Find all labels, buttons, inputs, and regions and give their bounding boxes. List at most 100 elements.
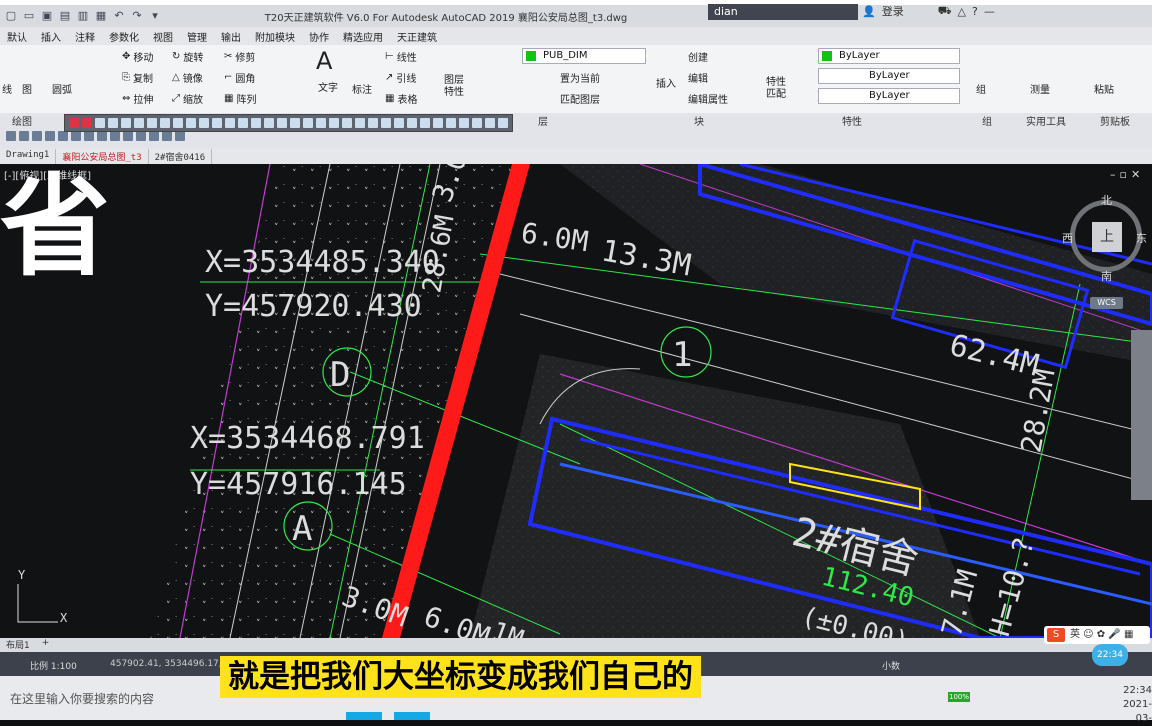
right-scroll-panel[interactable] (1131, 330, 1152, 500)
insert-button[interactable]: 插入 (656, 75, 676, 90)
tool-icon[interactable] (329, 118, 339, 128)
app-indicator[interactable] (394, 712, 430, 720)
tool-icon[interactable] (238, 118, 248, 128)
tool-icon[interactable] (212, 118, 222, 128)
text-icon[interactable]: A (316, 47, 332, 75)
scale-selector[interactable]: 比例 1:100 (30, 659, 77, 672)
tool-icon[interactable] (175, 131, 185, 141)
save-icon[interactable]: ▣ (40, 9, 54, 23)
tab-featured[interactable]: 精选应用 (336, 29, 390, 44)
tab-annotate[interactable]: 注释 (68, 29, 102, 44)
doc-tab-drawing1[interactable]: Drawing1 (0, 149, 57, 164)
tool-icon[interactable] (355, 118, 365, 128)
redo-icon[interactable]: ↷ (130, 9, 144, 23)
tool-icon[interactable] (277, 118, 287, 128)
tool-icon[interactable] (69, 118, 79, 128)
login-link[interactable]: 登录 (882, 3, 932, 19)
help-icon[interactable]: ? (972, 5, 978, 18)
mirror-button[interactable]: △ 镜像 (172, 70, 203, 85)
app-indicator[interactable] (346, 712, 382, 720)
viewport-window-controls[interactable]: –▫✕ (1110, 168, 1144, 181)
compass-west[interactable]: 西 (1062, 230, 1073, 246)
rotate-button[interactable]: ↻ 旋转 (172, 49, 203, 64)
text-button[interactable]: 文字 (318, 79, 338, 94)
triangle-icon[interactable]: △ (958, 5, 966, 18)
cad-drawing[interactable]: ˅ · (0, 164, 1152, 638)
tab-view[interactable]: 视图 (146, 29, 180, 44)
tool-icon[interactable] (58, 131, 68, 141)
user-icon[interactable]: 👤 (862, 5, 876, 18)
tab-parametric[interactable]: 参数化 (102, 29, 146, 44)
drawing-canvas[interactable]: ˅ · (0, 164, 1152, 638)
tab-insert[interactable]: 插入 (34, 29, 68, 44)
layer-dropdown[interactable]: PUB_DIM (522, 48, 646, 64)
tool-icon[interactable] (186, 118, 196, 128)
tool-icon[interactable] (6, 131, 16, 141)
tool-icon[interactable] (19, 131, 29, 141)
tool-icon[interactable] (32, 131, 42, 141)
units-selector[interactable]: 小数 (882, 659, 900, 672)
tool-icon[interactable] (134, 118, 144, 128)
tool-icon[interactable] (110, 131, 120, 141)
tool-icon[interactable] (472, 118, 482, 128)
minimize-icon[interactable]: — (984, 5, 995, 18)
search-input[interactable]: dian (708, 4, 858, 20)
tool-icon[interactable] (251, 118, 261, 128)
compass-north[interactable]: 北 (1101, 192, 1112, 208)
compass-south[interactable]: 南 (1101, 268, 1112, 284)
arc-button[interactable]: 圆弧 (52, 81, 72, 96)
measure-button[interactable]: 测量 (1030, 81, 1050, 96)
doc-tab-site-plan[interactable]: 襄阳公安局总图_t3 (56, 149, 149, 164)
leader-button[interactable]: ↗ 引线 (385, 70, 416, 85)
tool-icon[interactable] (97, 131, 107, 141)
tool-icon[interactable] (84, 131, 94, 141)
battery-indicator[interactable]: 100% (948, 692, 970, 702)
tool-icon[interactable] (420, 118, 430, 128)
copy-button[interactable]: ⎘ 复制 (122, 70, 153, 85)
tool-icon[interactable] (368, 118, 378, 128)
open-icon[interactable]: ▭ (22, 9, 36, 23)
tab-addons[interactable]: 附加模块 (248, 29, 302, 44)
viewcube[interactable]: 上 北 南 东 西 (1062, 190, 1147, 283)
tool-icon[interactable] (303, 118, 313, 128)
undo-icon[interactable]: ↶ (112, 9, 126, 23)
match-properties-button[interactable]: 特性匹配 (766, 77, 792, 101)
table-button[interactable]: ▦ 表格 (385, 91, 417, 106)
tool-icon[interactable] (147, 118, 157, 128)
add-layout-button[interactable]: + (36, 638, 56, 652)
line-button[interactable]: 线 (2, 81, 12, 96)
tab-default[interactable]: 默认 (0, 29, 34, 44)
tool-icon[interactable] (407, 118, 417, 128)
move-button[interactable]: ✥ 移动 (122, 49, 153, 64)
tab-tangent[interactable]: 天正建筑 (390, 29, 444, 44)
tool-icon[interactable] (82, 118, 92, 128)
layer-properties-button[interactable]: 图层特性 (444, 75, 470, 99)
tab-manage[interactable]: 管理 (180, 29, 214, 44)
tool-icon[interactable] (381, 118, 391, 128)
viewcube-top-face[interactable]: 上 (1092, 222, 1122, 252)
array-button[interactable]: ▦ 阵列 (224, 91, 256, 106)
floating-timer-bubble[interactable]: 22:34 (1092, 644, 1128, 666)
new-icon[interactable]: ▢ (4, 9, 18, 23)
tool-icon[interactable] (446, 118, 456, 128)
tool-icon[interactable] (433, 118, 443, 128)
tool-icon[interactable] (394, 118, 404, 128)
dim-button[interactable]: 标注 (352, 81, 372, 96)
scale-button[interactable]: ⤢ 缩放 (172, 91, 203, 106)
tool-icon[interactable] (459, 118, 469, 128)
tool-icon[interactable] (264, 118, 274, 128)
ime-toolbar[interactable]: S英 ☺ ✿ 🎤 ▦ (1044, 626, 1150, 644)
tool-icon[interactable] (136, 131, 146, 141)
tab-collaborate[interactable]: 协作 (302, 29, 336, 44)
plot-icon[interactable]: ▦ (94, 9, 108, 23)
tool-icon[interactable] (160, 118, 170, 128)
match-layer-button[interactable]: 匹配图层 (560, 91, 600, 106)
create-block-button[interactable]: 创建 (688, 49, 708, 64)
linetype-dropdown[interactable]: ByLayer (818, 68, 960, 84)
tool-icon[interactable] (485, 118, 495, 128)
dropdown-icon[interactable]: ▾ (148, 9, 162, 23)
fillet-button[interactable]: ⌐ 圆角 (224, 70, 255, 85)
color-dropdown[interactable]: ByLayer (818, 48, 960, 64)
taskbar-search[interactable]: 在这里输入你要搜索的内容 (10, 690, 154, 707)
tool-icon[interactable] (149, 131, 159, 141)
